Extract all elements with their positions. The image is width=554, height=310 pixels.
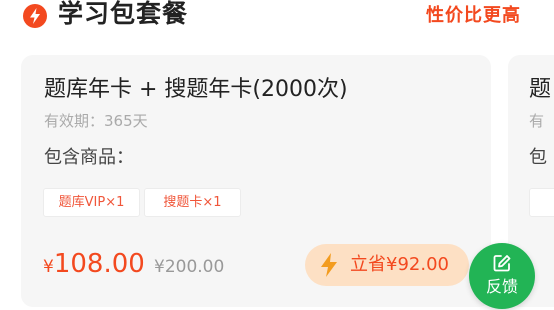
original-price: ¥200.00 — [154, 257, 225, 277]
package-title: 题库年卡 + 搜题年卡(2000次) — [44, 77, 348, 102]
validity-text: 有效期：365天 — [44, 112, 148, 130]
currency-symbol: ¥ — [43, 257, 54, 277]
lightning-icon — [321, 253, 337, 277]
price-amount: 108.00 — [53, 249, 145, 279]
includes-label-next: 包 — [529, 147, 547, 168]
section-title: 学习包套餐 — [58, 0, 189, 28]
product-tag-question-bank: 题库VIP×1 — [43, 188, 140, 217]
package-title-next: 题 — [529, 77, 552, 102]
product-tag-search-card: 搜题卡×1 — [144, 188, 241, 217]
savings-badge: 立省¥92.00 — [305, 244, 469, 286]
edit-icon — [493, 255, 511, 272]
current-price: ¥108.00 — [43, 249, 145, 279]
validity-text-next: 有 — [529, 112, 545, 130]
feedback-label: 反馈 — [485, 277, 518, 296]
feedback-button[interactable]: 反馈 — [469, 243, 535, 309]
slogan-text: 性价比更高 — [426, 5, 521, 26]
package-card[interactable]: 题库年卡 + 搜题年卡(2000次) 有效期：365天 包含商品： 题库VIP×… — [21, 55, 491, 307]
savings-text: 立省¥92.00 — [350, 254, 449, 275]
lightning-icon — [23, 4, 47, 28]
product-tag-next — [529, 188, 554, 217]
includes-label: 包含商品： — [44, 147, 134, 168]
